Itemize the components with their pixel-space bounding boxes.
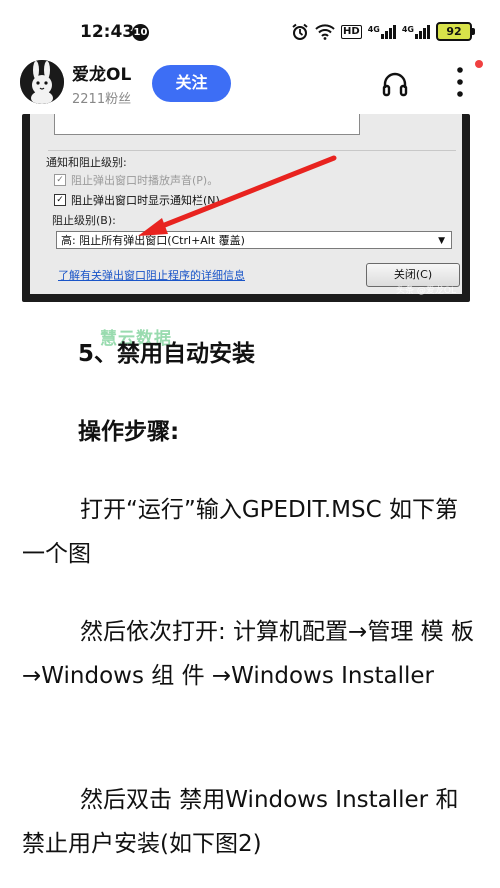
alarm-icon (292, 23, 308, 40)
network-type-2: 4G (401, 24, 414, 34)
status-icons: HD 4G 4G 92 (291, 22, 475, 41)
signal-icon-2: 4G (401, 24, 430, 39)
notification-badge: 10 (132, 24, 149, 41)
status-bar: 12:43 10 HD 4G 4G 92 (0, 0, 500, 56)
avatar[interactable] (20, 60, 64, 104)
paragraph-3: 然后双击 禁用Windows Installer 和 禁止用户安装(如下图2) (22, 787, 459, 857)
red-arrow-annotation (138, 155, 337, 236)
status-time: 12:43 (80, 22, 135, 42)
article-heading: 5、禁用自动安装 (78, 341, 256, 367)
follow-button[interactable]: 关注 (152, 65, 231, 102)
notification-dot (475, 60, 483, 68)
network-type-1: 4G (367, 24, 380, 34)
signal-icon-1: 4G (367, 24, 396, 39)
battery-icon: 92 (436, 22, 475, 41)
image-watermark: 头条 @爱龙OL (396, 286, 456, 296)
fans-count: 2211粉丝 (72, 92, 132, 107)
wifi-icon (315, 23, 335, 40)
headphones-icon[interactable] (381, 70, 409, 98)
author-name[interactable]: 爱龙OL (72, 60, 131, 85)
more-vertical-icon[interactable] (452, 64, 468, 100)
paragraph-1: 打开“运行”输入GPEDIT.MSC 如下第一个图 (22, 497, 458, 567)
steps-label: 操作步骤: (78, 419, 180, 445)
paragraph-2: 然后依次打开: 计算机配置→管理 模 板 →Windows 组 件 →Windo… (22, 619, 474, 689)
article-header: 爱龙OL 2211粉丝 关注 (0, 56, 500, 114)
article-image-popup-settings[interactable]: 通知和阻止级别: ✓ 阻止弹出窗口时播放声音(P)。 ✓ 阻止弹出窗口时显示通知… (22, 114, 470, 302)
rabbit-avatar-icon (20, 60, 64, 104)
hd-icon: HD (341, 24, 362, 39)
